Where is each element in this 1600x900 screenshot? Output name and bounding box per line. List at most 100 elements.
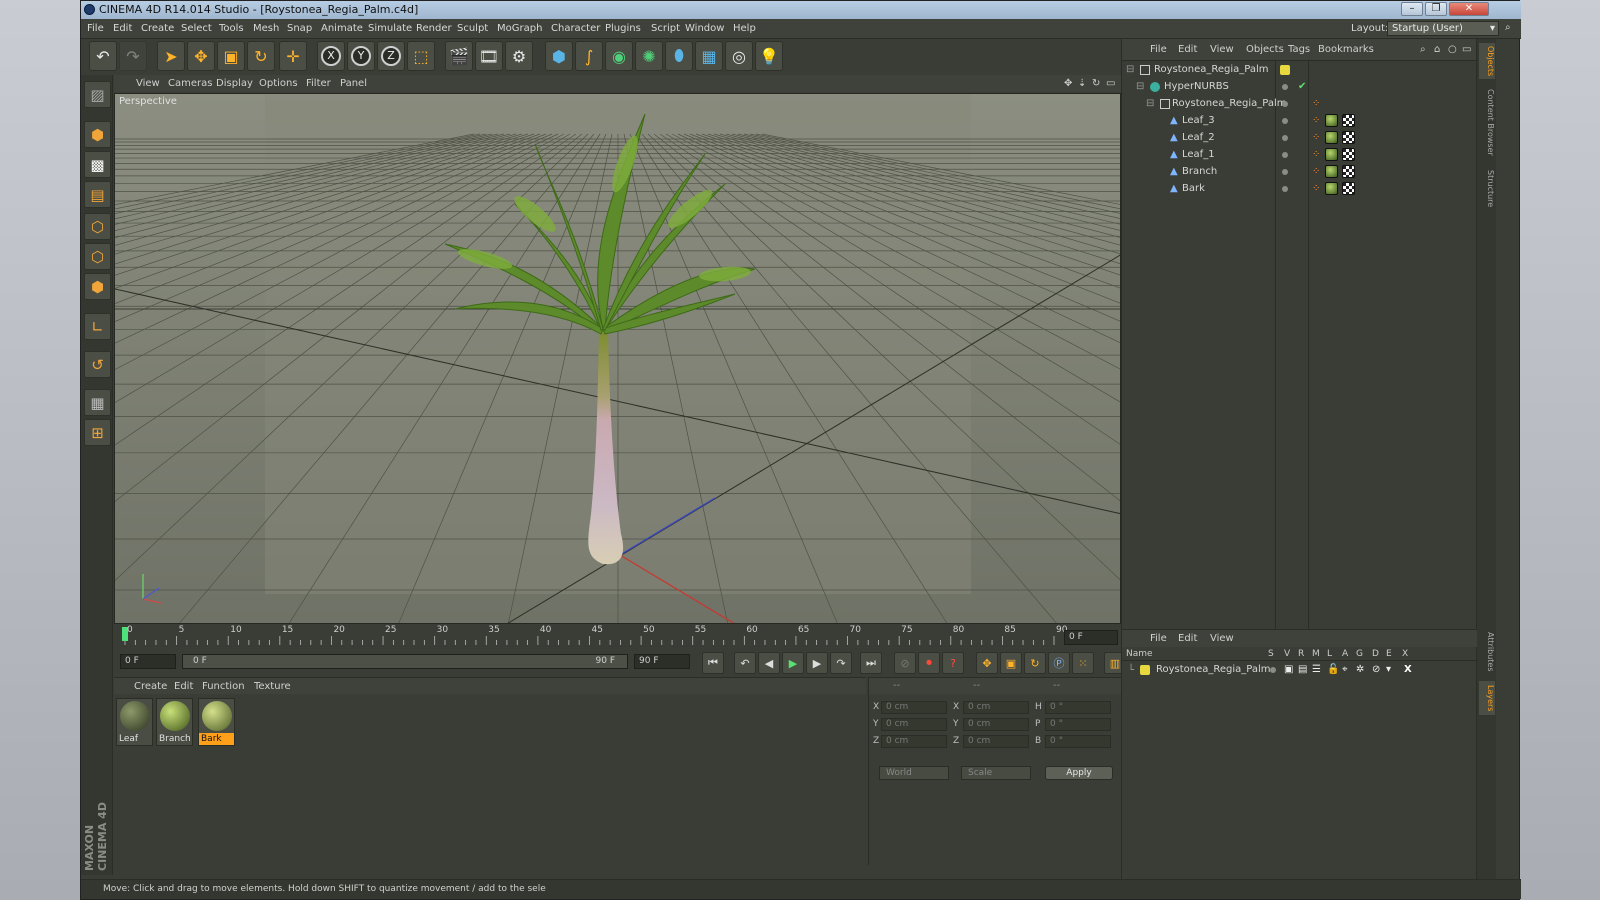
points-mode-icon[interactable]: ⬡ [84, 213, 111, 240]
object-row-leaf-3[interactable]: ▲ Leaf_3 ⁘ [1122, 113, 1477, 130]
layer-solo-toggle[interactable] [1270, 667, 1276, 673]
layer-col-xref[interactable]: X [1402, 649, 1408, 659]
material-tag-icon[interactable] [1325, 131, 1338, 144]
layer-row[interactable]: └ Roystonea_Regia_Palm ▣ ▤ ☰ 🔓 ⌖ ✲ ⊘ ▾ X [1122, 662, 1477, 679]
viewport-menu-cameras[interactable]: Cameras [168, 78, 212, 89]
size-x-field[interactable]: 0 cm [963, 701, 1029, 714]
coordinate-system-icon[interactable]: ⬚ [407, 41, 435, 71]
object-menu-file[interactable]: File [1150, 44, 1167, 55]
menu-help[interactable]: Help [733, 23, 756, 34]
layout-dropdown[interactable]: Startup (User) [1387, 21, 1499, 36]
layer-col-view[interactable]: V [1284, 649, 1290, 659]
phong-tag-icon[interactable]: ⁘ [1312, 132, 1320, 143]
material-tag-icon[interactable] [1325, 165, 1338, 178]
object-menu-bookmarks[interactable]: Bookmarks [1318, 44, 1374, 55]
menu-select[interactable]: Select [181, 23, 212, 34]
visibility-dot[interactable] [1282, 135, 1288, 141]
phong-tag-icon[interactable]: ⁘ [1312, 183, 1320, 194]
layer-color-swatch[interactable] [1140, 665, 1150, 675]
tab-structure[interactable]: Structure [1479, 167, 1495, 211]
render-settings-icon[interactable]: ⚙ [505, 41, 533, 71]
viewport-menu-panel[interactable]: Panel [340, 78, 367, 89]
record-position-icon[interactable]: ✥ [976, 652, 998, 674]
uvw-tag-icon[interactable] [1342, 148, 1355, 161]
next-frame-icon[interactable]: ▶ [806, 652, 828, 674]
array-icon[interactable]: ✺ [635, 41, 663, 71]
visibility-dot[interactable] [1282, 169, 1288, 175]
material-tag-icon[interactable] [1325, 114, 1338, 127]
menu-snap[interactable]: Snap [287, 23, 312, 34]
viewport-menu-display[interactable]: Display [216, 78, 253, 89]
record-point-level-icon[interactable]: ⁙ [1072, 652, 1094, 674]
size-y-field[interactable]: 0 cm [963, 718, 1029, 731]
object-menu-edit[interactable]: Edit [1178, 44, 1197, 55]
recent-tools-icon[interactable]: ✛ [279, 41, 307, 71]
layer-menu-view[interactable]: View [1210, 633, 1234, 644]
layer-manager-icon[interactable]: ☰ [1312, 664, 1321, 675]
phong-tag-icon[interactable]: ⁘ [1312, 166, 1320, 177]
object-search-icon[interactable]: ⌕ [1420, 44, 1426, 55]
layer-menu-file[interactable]: File [1150, 633, 1167, 644]
collapse-icon[interactable]: ⊟ [1126, 64, 1134, 75]
current-frame-field[interactable]: 0 F [1064, 630, 1118, 645]
enabled-check-icon[interactable]: ✔ [1298, 81, 1306, 92]
enable-snap-icon[interactable]: ▦ [84, 389, 111, 416]
next-key-icon[interactable]: ↷ [830, 652, 852, 674]
previous-frame-icon[interactable]: ◀ [758, 652, 780, 674]
layer-col-animation[interactable]: A [1342, 649, 1348, 659]
play-icon[interactable]: ▶ [782, 652, 804, 674]
object-menu-objects[interactable]: Objects [1246, 44, 1284, 55]
layer-col-generators[interactable]: G [1356, 649, 1363, 659]
menu-character[interactable]: Character [551, 23, 600, 34]
visibility-dot[interactable] [1282, 152, 1288, 158]
visibility-dot[interactable] [1282, 84, 1288, 90]
material-menu-function[interactable]: Function [202, 681, 245, 692]
minimize-button[interactable]: – [1401, 2, 1423, 16]
object-row-leaf-2[interactable]: ▲ Leaf_2 ⁘ [1122, 130, 1477, 147]
object-row-leaf-1[interactable]: ▲ Leaf_1 ⁘ [1122, 147, 1477, 164]
material-menu-create[interactable]: Create [134, 681, 167, 692]
menu-mograph[interactable]: MoGraph [497, 23, 542, 34]
visibility-dot[interactable] [1282, 118, 1288, 124]
go-to-start-icon[interactable]: ⏮ [702, 652, 724, 674]
layer-col-render[interactable]: R [1298, 649, 1304, 659]
spline-icon[interactable]: ∫ [575, 41, 603, 71]
cube-primitive-icon[interactable]: ⬢ [545, 41, 573, 71]
record-rotation-icon[interactable]: ↻ [1024, 652, 1046, 674]
object-filter-icon[interactable]: ○ [1448, 44, 1457, 55]
coordinate-mode-dropdown[interactable]: World [879, 766, 949, 780]
redo-icon[interactable]: ↷ [119, 41, 147, 71]
pos-z-field[interactable]: 0 cm [881, 735, 947, 748]
z-axis-lock-button[interactable]: Z [377, 41, 405, 71]
timeline-ruler[interactable]: 0 5 10 15 20 25 30 35 40 45 50 55 60 65 70 75 80 85 90 0 F [114, 624, 1121, 649]
layer-col-locked[interactable]: L [1327, 649, 1332, 659]
material-swatch-bark[interactable]: Bark [198, 698, 235, 746]
object-row-bark[interactable]: ▲ Bark ⁘ [1122, 181, 1477, 198]
material-tag-icon[interactable] [1325, 148, 1338, 161]
layer-generators-icon[interactable]: ✲ [1356, 664, 1364, 675]
collapse-icon[interactable]: ⊟ [1136, 81, 1144, 92]
layer-col-solo[interactable]: S [1268, 649, 1274, 659]
object-home-icon[interactable]: ⌂ [1434, 44, 1440, 55]
apply-button[interactable]: Apply [1045, 766, 1113, 780]
object-row-roystonea-group[interactable]: ⊟ Roystonea_Regia_Palm ⁘ [1122, 96, 1477, 113]
phong-tag-icon[interactable]: ⁘ [1312, 98, 1320, 109]
layer-col-manager[interactable]: M [1312, 649, 1320, 659]
coordinate-type-dropdown[interactable]: Scale [961, 766, 1031, 780]
y-axis-lock-button[interactable]: Y [347, 41, 375, 71]
viewport-maximize-icon[interactable]: ▭ [1106, 78, 1115, 89]
menu-window[interactable]: Window [685, 23, 724, 34]
frame-range-slider[interactable]: 0 F 90 F [182, 654, 628, 669]
autokeying-icon[interactable]: ⏺ [918, 652, 940, 674]
tweak-mode-icon[interactable]: ↺ [84, 351, 111, 378]
layer-render-icon[interactable]: ▤ [1298, 664, 1307, 675]
object-new-view-icon[interactable]: ▭ [1462, 44, 1471, 55]
menu-edit[interactable]: Edit [113, 23, 132, 34]
layer-expressions-icon[interactable]: ▾ [1386, 664, 1391, 675]
light-icon[interactable]: 💡 [755, 41, 783, 71]
object-menu-view[interactable]: View [1210, 44, 1234, 55]
axis-mode-icon[interactable]: ∟ [84, 313, 111, 340]
workplane-mode-icon[interactable]: ▤ [84, 181, 111, 208]
scale-icon[interactable]: ▣ [217, 41, 245, 71]
object-row-hypernurbs[interactable]: ⊟ HyperNURBS ✔ [1122, 79, 1477, 96]
